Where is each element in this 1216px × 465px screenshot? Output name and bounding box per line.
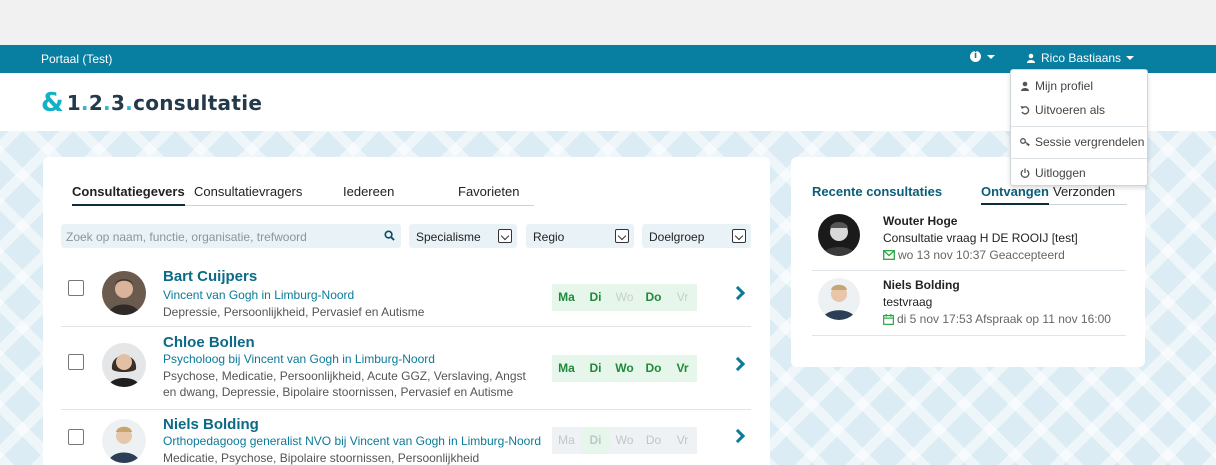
person-org: Vincent van Gogh in Limburg-Noord <box>163 288 355 302</box>
search-input[interactable]: Zoek op naam, functie, organisatie, tref… <box>61 224 401 248</box>
person-tags: Medicatie, Psychose, Bipolaire stoorniss… <box>163 451 480 465</box>
list-item[interactable]: Niels Bolding testvraag di 5 nov 17:53 A… <box>812 278 1126 328</box>
logo-icon: & <box>41 88 64 118</box>
row-checkbox[interactable] <box>68 429 84 445</box>
search-icon[interactable] <box>384 230 395 241</box>
regio-select[interactable]: Regio <box>526 224 634 248</box>
row-divider <box>61 326 751 327</box>
user-name: Rico Bastiaans <box>1041 51 1122 65</box>
day-ma: Ma <box>552 355 581 382</box>
consultation-subject: testvraag <box>883 295 933 309</box>
day-ma: Ma <box>552 427 581 454</box>
user-icon <box>1027 53 1035 63</box>
day-wo: Wo <box>610 427 639 454</box>
consultation-meta: di 5 nov 17:53 Afspraak op 11 nov 16:00 <box>883 312 1111 326</box>
tab-consultatiegevers[interactable]: Consultatiegevers <box>72 184 185 206</box>
search-placeholder: Zoek op naam, functie, organisatie, tref… <box>66 230 307 244</box>
menu-item-uitvoeren-als[interactable]: Uitvoeren als <box>1020 103 1105 117</box>
person-name[interactable]: Niels Bolding <box>163 416 259 433</box>
list-divider <box>812 335 1126 336</box>
table-row[interactable]: Bart Cuijpers Vincent van Gogh in Limbur… <box>61 267 751 325</box>
consultation-sender: Wouter Hoge <box>883 214 958 228</box>
consultation-subject: Consultatie vraag H DE ROOIJ [test] <box>883 231 1078 245</box>
chevron-down-icon <box>498 229 512 243</box>
day-do: Do <box>639 284 668 311</box>
envelope-icon <box>883 250 895 260</box>
availability-days: Ma Di Wo Do Vr <box>552 284 697 311</box>
power-icon <box>1020 168 1030 178</box>
menu-item-sessie-vergrendelen[interactable]: Sessie vergrendelen <box>1020 135 1144 149</box>
menu-item-mijn-profiel[interactable]: Mijn profiel <box>1020 79 1093 93</box>
avatar <box>102 271 146 315</box>
logo[interactable]: & 1.2.3.consultatie <box>41 90 262 116</box>
consultants-tabs: Consultatiegevers Consultatievragers Ied… <box>72 184 534 206</box>
recent-title: Recente consultaties <box>812 184 943 199</box>
availability-days: Ma Di Wo Do Vr <box>552 427 697 454</box>
person-tags: Psychose, Medicatie, Persoonlijkheid, Ac… <box>163 369 526 399</box>
day-wo: Wo <box>610 284 639 311</box>
avatar <box>818 214 860 256</box>
info-dropdown[interactable]: i <box>970 51 995 62</box>
day-vr: Vr <box>668 355 697 382</box>
user-dropdown-menu: Mijn profiel Uitvoeren als Sessie vergre… <box>1010 69 1148 186</box>
day-do: Do <box>639 427 668 454</box>
avatar <box>818 278 860 320</box>
person-tags: Depressie, Persoonlijkheid, Pervasief en… <box>163 305 425 319</box>
tab-favorieten[interactable]: Favorieten <box>458 184 519 199</box>
chevron-right-icon[interactable] <box>730 428 746 444</box>
tab-consultatievragers[interactable]: Consultatievragers <box>194 184 302 199</box>
user-icon <box>1021 81 1029 91</box>
list-divider <box>812 270 1126 271</box>
avatar <box>102 419 146 463</box>
person-org: Psycholoog bij Vincent van Gogh in Limbu… <box>163 352 435 366</box>
consultation-meta: wo 13 nov 10:37 Geaccepteerd <box>883 248 1065 262</box>
list-item[interactable]: Wouter Hoge Consultatie vraag H DE ROOIJ… <box>812 214 1126 264</box>
portal-brand-link[interactable]: Portaal (Test) <box>41 52 112 66</box>
person-org: Orthopedagoog generalist NVO bij Vincent… <box>163 434 541 448</box>
day-do: Do <box>639 355 668 382</box>
day-vr: Vr <box>668 284 697 311</box>
calendar-icon <box>883 313 894 325</box>
info-icon: i <box>970 51 981 62</box>
chevron-right-icon[interactable] <box>730 356 746 372</box>
specialisme-select[interactable]: Specialisme <box>409 224 517 248</box>
day-di: Di <box>581 284 610 311</box>
user-dropdown[interactable]: Rico Bastiaans <box>1026 51 1135 65</box>
person-name[interactable]: Chloe Bollen <box>163 334 255 351</box>
chevron-down-icon <box>732 229 746 243</box>
avatar <box>102 343 146 387</box>
logo-text: 1.2.3.consultatie <box>66 91 263 115</box>
day-di: Di <box>581 427 610 454</box>
key-icon <box>1020 138 1030 147</box>
chevron-down-icon <box>615 229 629 243</box>
row-checkbox[interactable] <box>68 280 84 296</box>
row-checkbox[interactable] <box>68 354 84 370</box>
table-row[interactable]: Chloe Bollen Psycholoog bij Vincent van … <box>61 334 751 406</box>
chevron-down-icon <box>1126 56 1135 60</box>
tab-verzonden[interactable]: Verzonden <box>1053 184 1115 199</box>
availability-days: Ma Di Wo Do Vr <box>552 355 697 382</box>
day-ma: Ma <box>552 284 581 311</box>
day-wo: Wo <box>610 355 639 382</box>
undo-icon <box>1020 106 1030 115</box>
menu-divider <box>1011 158 1147 159</box>
row-divider <box>61 409 751 410</box>
day-di: Di <box>581 355 610 382</box>
consultation-sender: Niels Bolding <box>883 278 960 292</box>
chevron-right-icon[interactable] <box>730 285 746 301</box>
day-vr: Vr <box>668 427 697 454</box>
recent-consultations-panel: Recente consultaties Ontvangen Verzonden… <box>791 157 1145 367</box>
chevron-down-icon <box>987 54 995 59</box>
browser-top-area <box>0 0 1216 45</box>
menu-divider <box>1011 126 1147 127</box>
tab-iedereen[interactable]: Iedereen <box>343 184 394 199</box>
table-row[interactable]: Niels Bolding Orthopedagoog generalist N… <box>61 416 751 465</box>
recent-tabs: Ontvangen Verzonden <box>981 184 1127 205</box>
person-name[interactable]: Bart Cuijpers <box>163 268 257 285</box>
doelgroep-select[interactable]: Doelgroep <box>642 224 751 248</box>
consultants-panel: Consultatiegevers Consultatievragers Ied… <box>43 157 770 465</box>
tab-ontvangen[interactable]: Ontvangen <box>981 184 1049 205</box>
menu-item-uitloggen[interactable]: Uitloggen <box>1020 166 1086 180</box>
